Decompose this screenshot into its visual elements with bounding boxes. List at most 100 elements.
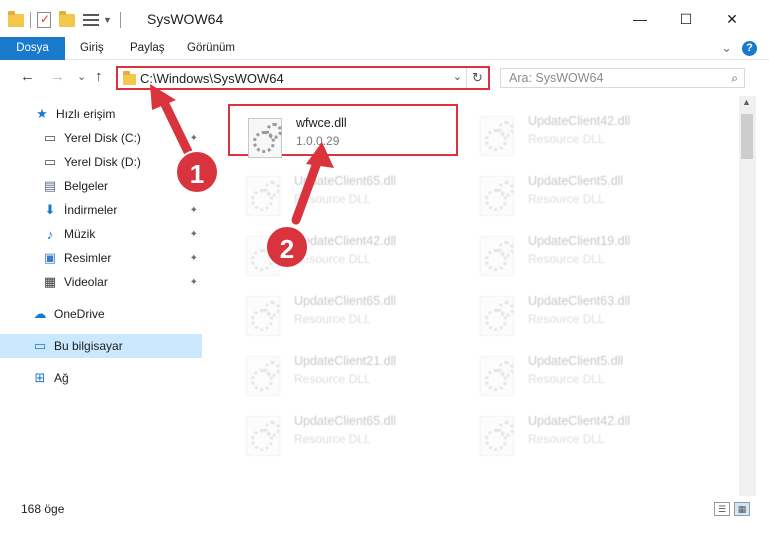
scroll-up-icon[interactable]: ▲ — [742, 97, 751, 107]
file-description: Resource DLL — [528, 252, 605, 266]
file-description: Resource DLL — [294, 192, 371, 206]
recent-locations-icon[interactable]: ⌄ — [77, 70, 86, 83]
file-description: Resource DLL — [294, 252, 371, 266]
sidebar-item[interactable]: ♪ Müzik ✦ — [0, 222, 202, 246]
file-tile[interactable]: UpdateClient42.dll Resource DLL — [462, 404, 692, 456]
sidebar-item[interactable]: ▭ Yerel Disk (C:) ✦ — [0, 126, 202, 150]
file-description: Resource DLL — [294, 372, 371, 386]
file-tile[interactable]: UpdateClient19.dll Resource DLL — [462, 224, 692, 276]
tab-share[interactable]: Paylaş — [130, 37, 165, 60]
file-tile[interactable]: UpdateClient5.dll Resource DLL — [462, 164, 692, 216]
pin-icon[interactable]: ✦ — [190, 157, 198, 168]
item-count: 168 öge — [21, 502, 65, 516]
file-name: UpdateClient42.dll — [294, 234, 397, 248]
close-button[interactable]: ✕ — [709, 0, 755, 38]
address-path[interactable]: C:\Windows\SysWOW64 — [140, 71, 284, 86]
pin-icon[interactable]: ✦ — [190, 253, 198, 264]
file-description: Resource DLL — [528, 312, 605, 326]
ribbon: Dosya Giriş Paylaş Görünüm ⌄ ? — [0, 37, 769, 60]
file-tile[interactable]: UpdateClient42.dll Resource DLL — [462, 104, 692, 156]
tab-home[interactable]: Giriş — [80, 37, 104, 60]
file-tile[interactable]: UpdateClient63.dll Resource DLL — [462, 284, 692, 336]
file-tile[interactable]: wfwce.dll 1.0.0.29 — [228, 104, 458, 158]
tiles-view-icon[interactable]: ▦ — [734, 502, 750, 516]
search-box[interactable]: Ara: SysWOW64 ⌕ — [500, 68, 745, 88]
file-tile[interactable]: UpdateClient42.dll Resource DLL — [228, 224, 458, 276]
dll-file-icon — [246, 296, 280, 336]
quick-access-toolbar: ▼ — [8, 10, 123, 30]
dll-file-icon — [246, 356, 280, 396]
dll-file-icon — [480, 416, 514, 456]
file-tile[interactable]: UpdateClient65.dll Resource DLL — [228, 404, 458, 456]
address-bar[interactable]: C:\Windows\SysWOW64 ⌄ ↻ — [116, 66, 490, 90]
file-name: UpdateClient21.dll — [294, 354, 397, 368]
minimize-button[interactable]: — — [617, 0, 663, 38]
tab-file[interactable]: Dosya — [0, 37, 65, 60]
scroll-thumb[interactable] — [741, 114, 753, 159]
videos-icon: ▦ — [43, 274, 57, 289]
dll-file-icon — [480, 356, 514, 396]
file-description: Resource DLL — [528, 192, 605, 206]
forward-arrow-icon[interactable]: → — [50, 68, 65, 85]
details-view-icon[interactable]: ☰ — [714, 502, 730, 516]
tab-view[interactable]: Görünüm — [187, 37, 235, 60]
sidebar-item[interactable]: ▤ Belgeler ✦ — [0, 174, 202, 198]
pin-icon[interactable]: ✦ — [190, 133, 198, 144]
properties-icon[interactable] — [37, 12, 51, 28]
maximize-button[interactable]: ☐ — [663, 0, 709, 38]
refresh-icon[interactable]: ↻ — [466, 68, 488, 88]
search-icon[interactable]: ⌕ — [731, 71, 738, 86]
file-description: Resource DLL — [294, 432, 371, 446]
status-bar: 168 öge ☰ ▦ — [0, 496, 769, 538]
sidebar-item-label: Belgeler — [64, 179, 109, 193]
file-name: wfwce.dll — [296, 116, 347, 130]
drive-c-icon: ▭ — [43, 130, 57, 145]
pin-icon[interactable]: ✦ — [190, 205, 198, 216]
view-options-icon[interactable] — [83, 13, 99, 27]
customize-toolbar-icon[interactable]: ▼ — [103, 15, 112, 25]
file-tile[interactable]: UpdateClient65.dll Resource DLL — [228, 164, 458, 216]
sidebar-item[interactable]: ⊞ Ağ — [0, 366, 202, 390]
address-dropdown-icon[interactable]: ⌄ — [453, 70, 462, 83]
dll-file-icon — [480, 176, 514, 216]
dll-file-icon — [480, 236, 514, 276]
file-name: UpdateClient19.dll — [528, 234, 631, 248]
sidebar-item[interactable]: ▣ Resimler ✦ — [0, 246, 202, 270]
sidebar-item[interactable]: ★ Hızlı erişim — [0, 102, 202, 126]
sidebar-item[interactable]: ⬇ İndirmeler ✦ — [0, 198, 202, 222]
sidebar-item-label: Hızlı erişim — [56, 107, 116, 121]
ribbon-collapse-icon[interactable]: ⌄ — [721, 40, 732, 56]
file-tile[interactable]: UpdateClient65.dll Resource DLL — [228, 284, 458, 336]
dll-file-icon — [480, 116, 514, 156]
file-name: UpdateClient65.dll — [294, 414, 397, 428]
folder-icon[interactable] — [8, 10, 24, 27]
pin-icon[interactable]: ✦ — [190, 277, 198, 288]
new-folder-icon[interactable] — [59, 10, 75, 27]
pin-icon[interactable]: ✦ — [190, 229, 198, 240]
sidebar-item[interactable]: ☁ OneDrive — [0, 302, 202, 326]
drive-d-icon: ▭ — [43, 154, 57, 169]
sidebar-item-label: Yerel Disk (C:) — [64, 131, 141, 145]
downloads-icon: ⬇ — [44, 202, 56, 217]
toolbar-divider — [119, 12, 121, 28]
sidebar-item[interactable]: ▦ Videolar ✦ — [0, 270, 202, 294]
dll-file-icon — [480, 296, 514, 336]
search-placeholder[interactable]: Ara: SysWOW64 — [509, 71, 603, 85]
back-arrow-icon[interactable]: ← — [20, 68, 35, 85]
file-tile[interactable]: UpdateClient21.dll Resource DLL — [228, 344, 458, 396]
sidebar-item-label: Bu bilgisayar — [54, 339, 123, 353]
help-icon[interactable]: ? — [742, 40, 757, 56]
this-pc-icon: ▭ — [33, 338, 47, 353]
sidebar-item[interactable]: ▭ Bu bilgisayar — [0, 334, 202, 358]
title-bar: ▼ SysWOW64 — ☐ ✕ — [0, 0, 769, 38]
file-name: UpdateClient65.dll — [294, 174, 397, 188]
file-tile[interactable]: UpdateClient5.dll Resource DLL — [462, 344, 692, 396]
network-icon: ⊞ — [34, 370, 46, 385]
pin-icon[interactable]: ✦ — [190, 181, 198, 192]
vertical-scrollbar[interactable]: ▲ — [739, 96, 756, 496]
up-arrow-icon[interactable]: ↑ — [95, 68, 103, 85]
sidebar-item[interactable]: ▭ Yerel Disk (D:) ✦ — [0, 150, 202, 174]
window-title: SysWOW64 — [147, 11, 224, 27]
sidebar-item-label: Müzik — [64, 227, 96, 241]
file-description: 1.0.0.29 — [296, 134, 340, 148]
